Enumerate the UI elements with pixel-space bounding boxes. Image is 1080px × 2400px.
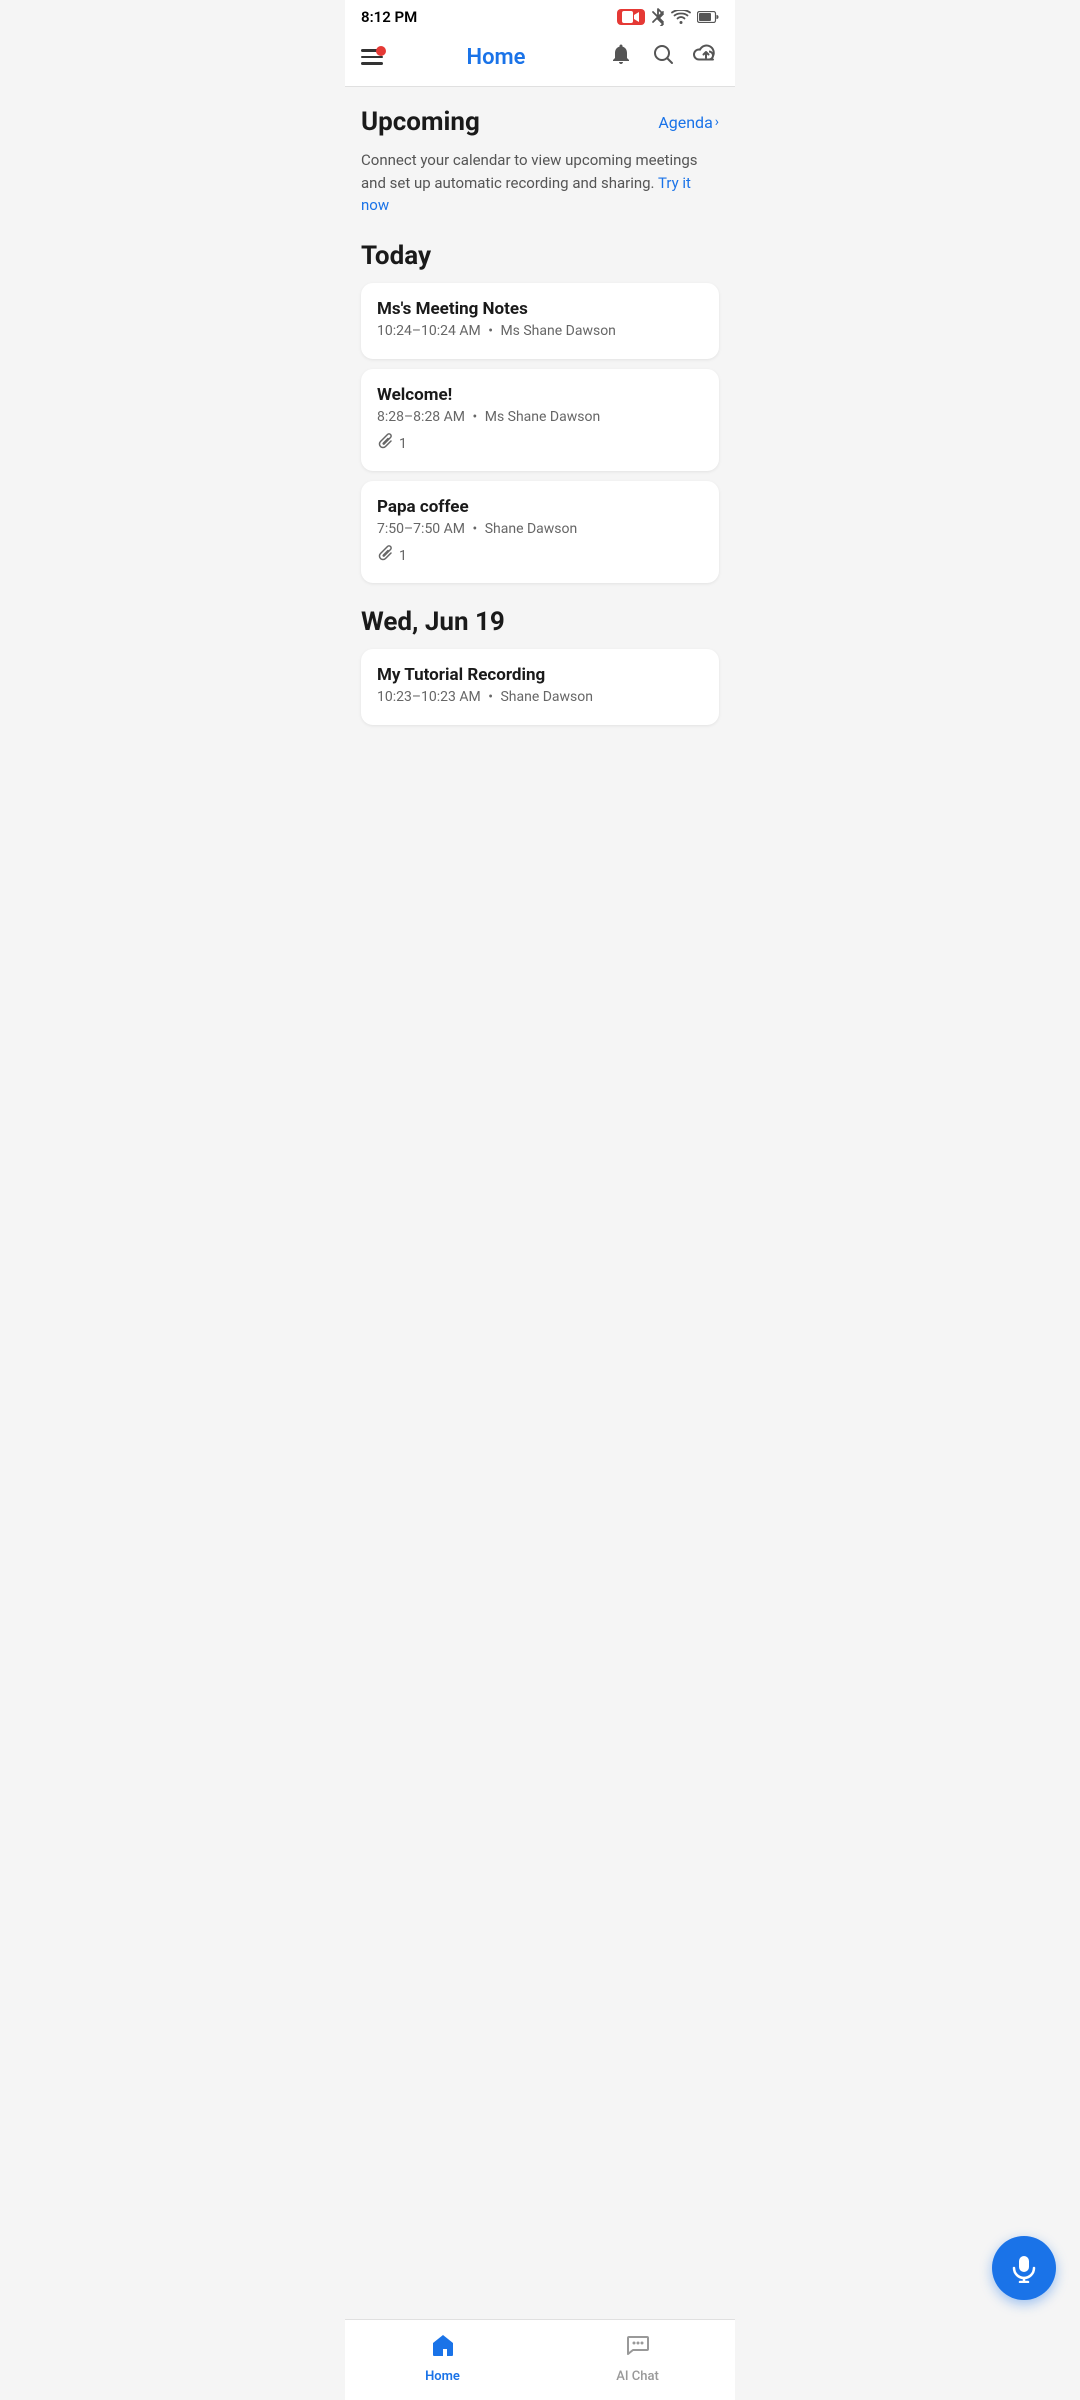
wed-meeting-card-1[interactable]: My Tutorial Recording 10:23–10:23 AM • S… <box>361 649 719 725</box>
nav-ai-chat[interactable]: AI Chat <box>540 2328 735 2388</box>
microphone-icon <box>1009 2253 1039 2283</box>
main-content: Upcoming Agenda › Connect your calendar … <box>345 87 735 829</box>
home-nav-icon <box>430 2332 456 2365</box>
wed-meeting-time-1: 10:23–10:23 AM <box>377 689 481 705</box>
clip-count-2: 1 <box>399 436 407 452</box>
status-bar: 8:12 PM <box>345 0 735 30</box>
meeting-time-1: 10:24–10:24 AM <box>377 323 481 339</box>
clip-icon-2 <box>377 433 395 455</box>
meeting-organizer-3: Shane Dawson <box>485 521 578 537</box>
clip-icon-3 <box>377 545 395 567</box>
meeting-actions-3: 1 <box>377 545 703 567</box>
search-button[interactable] <box>651 42 675 72</box>
meeting-card-1[interactable]: Ms's Meeting Notes 10:24–10:24 AM • Ms S… <box>361 283 719 359</box>
upload-button[interactable] <box>693 42 719 72</box>
wed-meeting-organizer-1: Shane Dawson <box>500 689 593 705</box>
header: Home <box>345 30 735 86</box>
status-time: 8:12 PM <box>361 8 417 26</box>
nav-home[interactable]: Home <box>345 2328 540 2388</box>
page-title: Home <box>467 45 526 70</box>
meeting-title-1: Ms's Meeting Notes <box>377 299 703 319</box>
meeting-title-3: Papa coffee <box>377 497 703 517</box>
calendar-connect-text: Connect your calendar to view upcoming m… <box>361 149 719 217</box>
home-nav-label: Home <box>425 2369 460 2384</box>
meeting-card-2[interactable]: Welcome! 8:28–8:28 AM • Ms Shane Dawson … <box>361 369 719 471</box>
today-section: Today Ms's Meeting Notes 10:24–10:24 AM … <box>361 241 719 583</box>
agenda-label: Agenda <box>658 113 712 132</box>
calendar-text-body: Connect your calendar to view upcoming m… <box>361 151 698 192</box>
notification-button[interactable] <box>609 42 633 72</box>
ai-chat-nav-label: AI Chat <box>616 2369 659 2384</box>
meeting-time-2: 8:28–8:28 AM <box>377 409 465 425</box>
wed-meeting-meta-1: 10:23–10:23 AM • Shane Dawson <box>377 689 703 705</box>
bluetooth-icon <box>651 8 665 26</box>
agenda-chevron-icon: › <box>715 114 719 130</box>
wifi-icon <box>671 10 691 24</box>
meeting-card-3[interactable]: Papa coffee 7:50–7:50 AM • Shane Dawson … <box>361 481 719 583</box>
meeting-organizer-1: Ms Shane Dawson <box>500 323 615 339</box>
meeting-title-2: Welcome! <box>377 385 703 405</box>
clip-count-3: 1 <box>399 548 407 564</box>
ai-chat-nav-icon <box>625 2332 651 2365</box>
meeting-organizer-2: Ms Shane Dawson <box>485 409 600 425</box>
dot-2: • <box>473 409 478 425</box>
wed-title: Wed, Jun 19 <box>361 607 719 637</box>
meeting-actions-2: 1 <box>377 433 703 455</box>
video-recording-icon <box>617 9 645 25</box>
header-actions <box>609 42 719 72</box>
meeting-time-3: 7:50–7:50 AM <box>377 521 465 537</box>
notification-dot <box>376 46 386 56</box>
dot-3: • <box>473 521 478 537</box>
meeting-meta-1: 10:24–10:24 AM • Ms Shane Dawson <box>377 323 703 339</box>
dot-1: • <box>488 323 493 339</box>
today-title: Today <box>361 241 719 271</box>
fab-record-button[interactable] <box>992 2236 1056 2300</box>
wed-dot-1: • <box>488 689 493 705</box>
upcoming-title: Upcoming <box>361 107 480 137</box>
meeting-meta-3: 7:50–7:50 AM • Shane Dawson <box>377 521 703 537</box>
battery-icon <box>697 11 719 23</box>
meeting-meta-2: 8:28–8:28 AM • Ms Shane Dawson <box>377 409 703 425</box>
wed-section: Wed, Jun 19 My Tutorial Recording 10:23–… <box>361 607 719 725</box>
bottom-nav: Home AI Chat <box>345 2319 735 2400</box>
upcoming-section-header: Upcoming Agenda › <box>361 107 719 137</box>
wed-meeting-title-1: My Tutorial Recording <box>377 665 703 685</box>
menu-button[interactable] <box>361 49 383 65</box>
agenda-link[interactable]: Agenda › <box>658 113 719 132</box>
status-icons <box>617 8 719 26</box>
